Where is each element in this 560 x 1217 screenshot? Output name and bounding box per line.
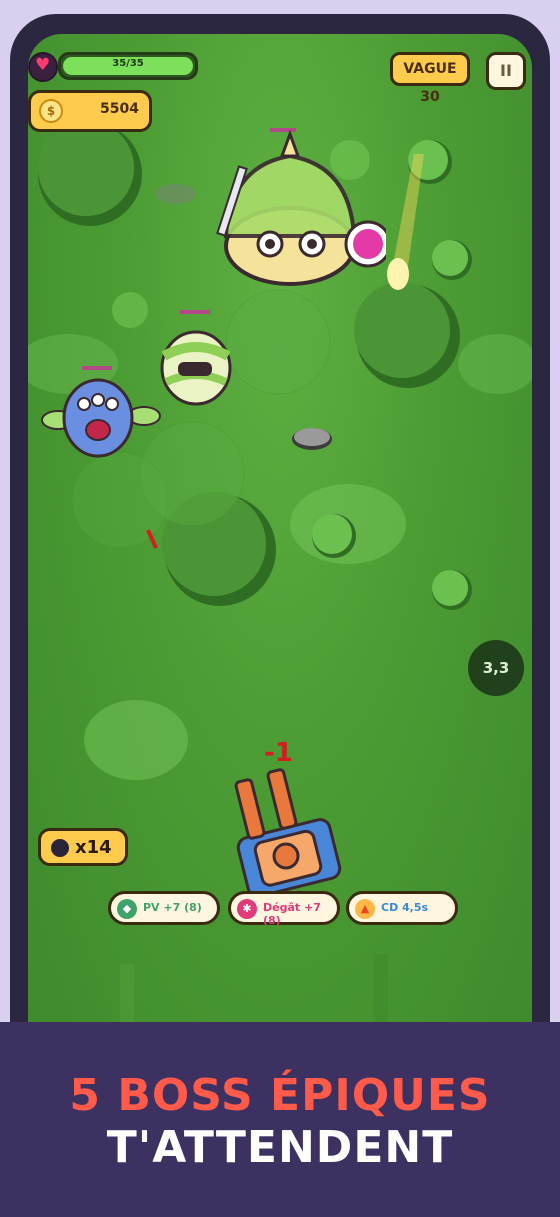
heart-icon: ♥: [28, 52, 58, 82]
upgrade-label: PV +7 (8): [143, 901, 202, 914]
damage-popup: -1: [264, 738, 293, 768]
health-bar: 35/35: [58, 52, 198, 80]
flame-icon: ▲: [355, 899, 375, 919]
boss-creature[interactable]: [186, 126, 386, 296]
player-tank[interactable]: [234, 764, 344, 904]
game-field[interactable]: ♥ 35/35 VAGUE 30 II $ 5504 x14 3,3 -1 ◆ …: [28, 34, 532, 1034]
blue-monster[interactable]: [36, 364, 166, 464]
upgrade-cooldown[interactable]: ▲ CD 4,5s: [346, 891, 458, 925]
cooldown-value: 3,3: [482, 659, 510, 677]
health-text: 35/35: [112, 58, 144, 69]
upgrade-label: CD 4,5s: [381, 901, 429, 914]
upgrade-health[interactable]: ◆ PV +7 (8): [108, 891, 220, 925]
wave-badge: VAGUE 30: [390, 52, 470, 105]
upgrade-damage[interactable]: ✱ Dégât +7 (8): [228, 891, 340, 927]
pause-button[interactable]: II: [486, 52, 526, 90]
upgrade-label: Dégât +7 (8): [263, 901, 321, 927]
coin-count: 5504: [100, 101, 139, 117]
bomb-button[interactable]: x14: [38, 828, 128, 866]
coin-counter: $ 5504: [28, 90, 152, 132]
banner-subheadline: T'ATTENDENT: [106, 1122, 454, 1173]
bomb-count: x14: [75, 837, 112, 858]
banner-headline: 5 BOSS ÉPIQUES: [69, 1070, 491, 1121]
shield-icon: ◆: [117, 899, 137, 919]
ability-cooldown-button[interactable]: 3,3: [468, 640, 524, 696]
promo-banner: 5 BOSS ÉPIQUES T'ATTENDENT: [0, 1022, 560, 1217]
bomb-icon: [51, 839, 69, 857]
egg-monster[interactable]: [156, 308, 236, 408]
damage-orb-icon: ✱: [237, 899, 257, 919]
coin-icon: $: [39, 99, 63, 123]
